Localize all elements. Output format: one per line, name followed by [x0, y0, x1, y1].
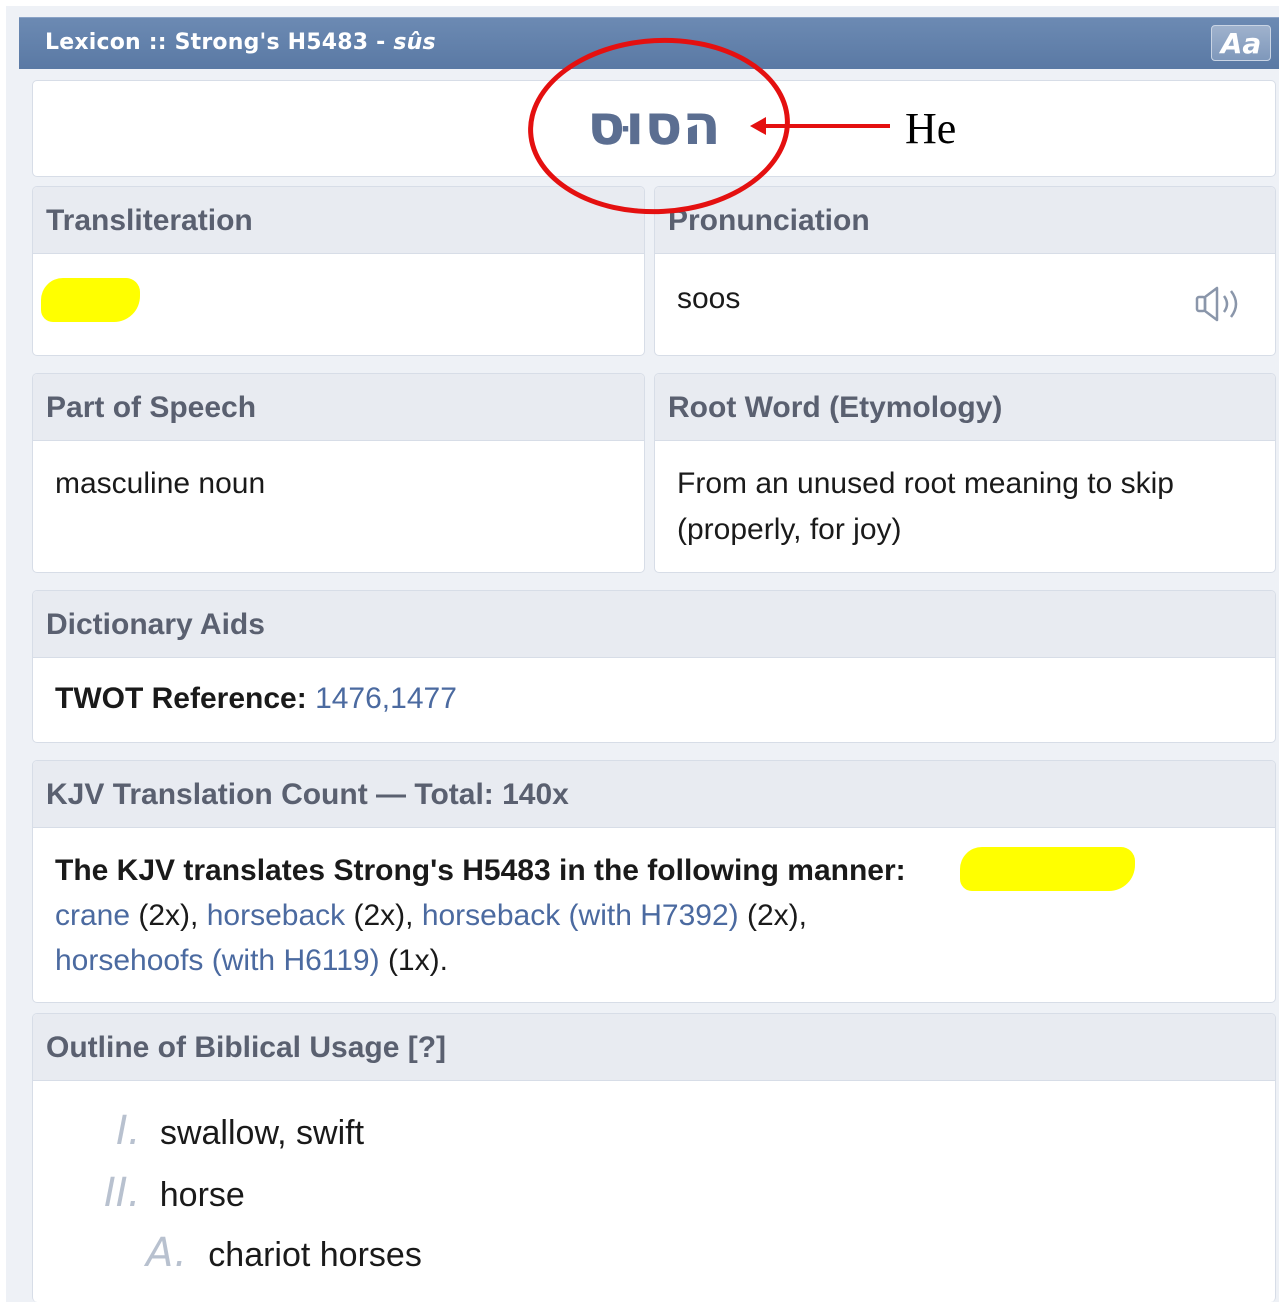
redaction-highlight	[960, 847, 1135, 891]
title-prefix: Lexicon :: Strong's H5483 -	[45, 30, 394, 55]
outline-marker: I.	[116, 1108, 141, 1154]
outline-item: I. swallow, swift	[116, 1108, 364, 1154]
redaction-highlight	[41, 278, 140, 322]
kjv-term-link[interactable]: horsehoofs (with H6119)	[55, 944, 380, 977]
dictionary-aids-panel: Dictionary Aids TWOT Reference: 1476,147…	[32, 590, 1276, 743]
kjv-intro: The KJV translates Strong's H5483 in the…	[55, 854, 906, 887]
dictionary-aids-heading: Dictionary Aids	[33, 591, 1275, 658]
root-word-line-1: From an unused root meaning to skip	[677, 467, 1174, 500]
kjv-term-count: (2x),	[130, 899, 207, 932]
window-title: Lexicon :: Strong's H5483 - sûs	[45, 30, 436, 55]
kjv-count-heading: KJV Translation Count — Total: 140x	[33, 761, 1275, 828]
transliteration-panel: Transliteration	[32, 186, 645, 356]
outline-text: chariot horses	[208, 1236, 422, 1274]
twot-link[interactable]: 1476,1477	[315, 682, 457, 715]
outline-text: swallow, swift	[159, 1114, 365, 1152]
pronunciation-value: soos	[677, 282, 741, 315]
root-word-value: From an unused root meaning to skip (pro…	[655, 441, 1275, 572]
kjv-term-count: (1x).	[379, 944, 448, 977]
twot-label: TWOT Reference:	[55, 682, 307, 715]
outline-item: A. chariot horses	[146, 1230, 422, 1276]
title-transliteration: sûs	[393, 30, 436, 55]
outline-marker: II.	[104, 1170, 141, 1216]
pronunciation-heading: Pronunciation	[655, 187, 1275, 254]
annotation-arrowhead-icon	[750, 117, 766, 135]
root-word-panel: Root Word (Etymology) From an unused roo…	[654, 373, 1276, 573]
part-of-speech-value: masculine noun	[55, 467, 266, 500]
kjv-term-link[interactable]: crane	[55, 899, 130, 932]
annotation-arrow-line	[760, 124, 890, 128]
outline-heading[interactable]: Outline of Biblical Usage [?]	[33, 1014, 1275, 1081]
part-of-speech-heading: Part of Speech	[33, 374, 644, 441]
outline-item: II. horse	[104, 1170, 245, 1216]
kjv-term-link[interactable]: horseback (with H7392)	[422, 899, 739, 932]
annotation-label: He	[905, 104, 957, 153]
pronunciation-panel: Pronunciation soos	[654, 186, 1276, 356]
speaker-icon[interactable]	[1195, 283, 1249, 325]
outline-text: horse	[159, 1176, 245, 1214]
outline-marker: A.	[146, 1230, 187, 1276]
root-word-heading: Root Word (Etymology)	[655, 374, 1275, 441]
kjv-term-count: (2x),	[738, 899, 807, 932]
root-word-line-2: (properly, for joy)	[677, 513, 902, 546]
twot-reference: TWOT Reference: 1476,1477	[33, 658, 1275, 742]
kjv-term-link[interactable]: horseback	[207, 899, 345, 932]
kjv-term-count: (2x),	[345, 899, 422, 932]
font-size-button[interactable]: Aa	[1211, 25, 1271, 61]
part-of-speech-panel: Part of Speech masculine noun	[32, 373, 645, 573]
kjv-line-3: horsehoofs (with H6119) (1x).	[55, 938, 1253, 983]
transliteration-heading: Transliteration	[33, 187, 644, 254]
kjv-line-2: crane (2x), horseback (2x), horseback (w…	[55, 893, 1253, 938]
